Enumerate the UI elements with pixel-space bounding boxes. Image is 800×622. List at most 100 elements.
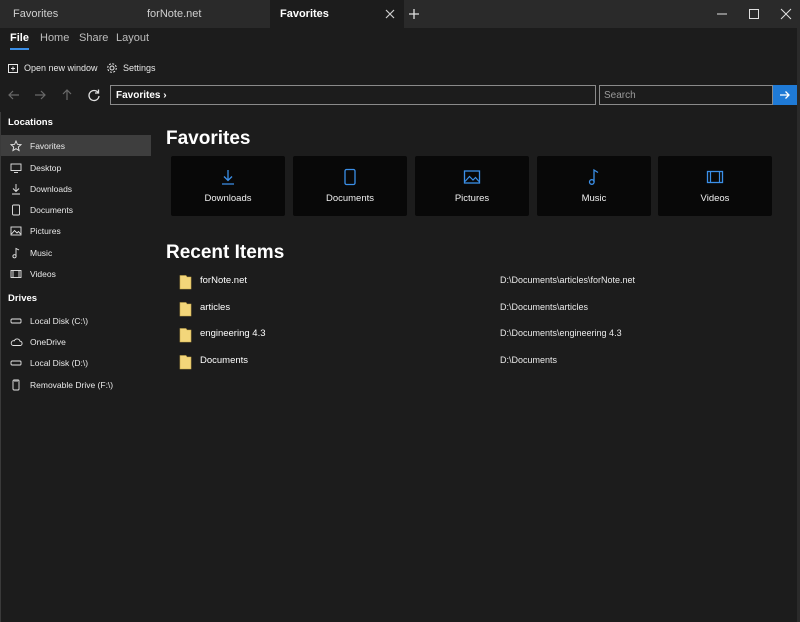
forward-button[interactable]	[31, 86, 49, 104]
recent-item-path: D:\Documents\engineering 4.3	[500, 328, 622, 338]
document-icon	[2, 204, 30, 216]
ribbon-tab-home[interactable]: Home	[40, 32, 69, 44]
recent-items-heading: Recent Items	[166, 242, 285, 263]
sidebar-item-label: Desktop	[30, 162, 62, 173]
sidebar-item-local-disk-c[interactable]: Local Disk (C:\)	[1, 310, 151, 331]
star-icon	[2, 139, 30, 152]
favorite-tile-documents[interactable]: Documents	[293, 156, 407, 216]
recent-item-name: Documents	[200, 355, 249, 366]
favorite-tile-pictures[interactable]: Pictures	[415, 156, 529, 216]
sidebar-item-local-disk-d[interactable]: Local Disk (D:\)	[1, 352, 151, 373]
arrow-right-icon	[780, 91, 790, 99]
tab-favorites-1[interactable]: Favorites	[0, 0, 135, 28]
sidebar-item-music[interactable]: Music	[1, 242, 151, 263]
close-tab-icon[interactable]	[384, 8, 396, 20]
refresh-button[interactable]	[85, 86, 103, 104]
gear-icon	[107, 63, 117, 73]
recent-item-name: forNote.net	[200, 275, 247, 286]
search-input[interactable]	[599, 85, 773, 105]
back-button[interactable]	[5, 86, 23, 104]
sidebar-item-label: Videos	[30, 268, 56, 279]
settings-button[interactable]: Settings	[106, 60, 156, 76]
video-icon	[2, 268, 30, 280]
sidebar-item-label: Local Disk (D:\)	[30, 357, 89, 368]
drive-icon	[2, 357, 30, 369]
recent-item[interactable]: articles D:\Documents\articles	[175, 296, 775, 322]
usb-drive-icon	[2, 379, 30, 391]
document-icon	[293, 168, 407, 186]
desktop-icon	[2, 162, 30, 174]
folder-icon	[179, 354, 192, 370]
video-icon	[658, 168, 772, 186]
music-icon	[2, 247, 30, 259]
sidebar-item-label: OneDrive	[30, 336, 66, 347]
picture-icon	[415, 168, 529, 186]
breadcrumb: Favorites ›	[116, 89, 167, 101]
sidebar-item-label: Favorites	[30, 140, 65, 151]
cloud-icon	[2, 336, 30, 348]
picture-icon	[2, 225, 30, 237]
sidebar-item-desktop[interactable]: Desktop	[1, 157, 151, 178]
folder-icon	[179, 301, 192, 317]
arrow-left-icon	[8, 90, 19, 100]
sidebar-item-label: Local Disk (C:\)	[30, 315, 89, 326]
sidebar-item-label: Pictures	[30, 225, 61, 236]
open-new-window-label: Open new window	[24, 63, 98, 73]
favorite-tile-label: Documents	[325, 193, 375, 204]
sidebar-item-documents[interactable]: Documents	[1, 199, 151, 220]
sidebar-item-removable-drive-f[interactable]: Removable Drive (F:\)	[1, 374, 151, 395]
sidebar-item-label: Music	[30, 247, 53, 258]
up-button[interactable]	[58, 86, 76, 104]
tab-fornote[interactable]: forNote.net	[135, 0, 270, 28]
tab-label: Favorites	[280, 8, 329, 20]
favorite-tile-label: Videos	[700, 193, 730, 204]
recent-item-name: engineering 4.3	[200, 328, 266, 339]
sidebar-item-favorites[interactable]: Favorites	[1, 135, 151, 156]
favorite-tile-downloads[interactable]: Downloads	[171, 156, 285, 216]
sidebar: Locations Favorites Desktop Downloads Do…	[0, 112, 151, 622]
favorites-heading: Favorites	[166, 128, 251, 149]
favorite-tile-label: Downloads	[204, 193, 252, 204]
recent-item[interactable]: forNote.net D:\Documents\articles\forNot…	[175, 269, 775, 295]
sidebar-item-onedrive[interactable]: OneDrive	[1, 331, 151, 352]
download-icon	[2, 183, 30, 195]
sidebar-item-videos[interactable]: Videos	[1, 263, 151, 284]
arrow-right-icon	[35, 90, 46, 100]
drives-heading: Drives	[8, 293, 38, 304]
recent-item-path: D:\Documents	[500, 355, 558, 365]
recent-item[interactable]: engineering 4.3 D:\Documents\engineering…	[175, 322, 775, 348]
recent-item-path: D:\Documents\articles\forNote.net	[500, 275, 636, 285]
new-tab-icon[interactable]	[405, 5, 423, 23]
tab-label: forNote.net	[147, 8, 202, 20]
ribbon-tab-file[interactable]: File	[10, 32, 29, 50]
download-icon	[171, 168, 285, 186]
favorite-tile-videos[interactable]: Videos	[658, 156, 772, 216]
title-bar: Favorites forNote.net Favorites	[0, 0, 800, 28]
sidebar-item-pictures[interactable]: Pictures	[1, 220, 151, 241]
tab-label: Favorites	[13, 8, 59, 20]
favorite-tile-music[interactable]: Music	[537, 156, 651, 216]
drive-icon	[2, 315, 30, 327]
ribbon-tab-share[interactable]: Share	[79, 32, 108, 44]
search-go-button[interactable]	[773, 85, 797, 105]
locations-heading: Locations	[8, 117, 53, 128]
close-window-icon[interactable]	[767, 0, 800, 28]
settings-label: Settings	[123, 63, 156, 73]
music-icon	[537, 168, 651, 186]
ribbon-tabs: File Home Share Layout	[0, 28, 800, 52]
favorite-tile-label: Music	[581, 193, 607, 204]
tab-favorites-active[interactable]: Favorites	[270, 0, 404, 28]
sidebar-item-downloads[interactable]: Downloads	[1, 178, 151, 199]
sidebar-item-label: Removable Drive (F:\)	[30, 379, 114, 390]
recent-item[interactable]: Documents D:\Documents	[175, 349, 775, 375]
arrow-up-icon	[62, 89, 72, 100]
ribbon-tab-layout[interactable]: Layout	[116, 32, 149, 44]
recent-item-path: D:\Documents\articles	[500, 302, 589, 312]
refresh-icon	[88, 89, 100, 102]
new-window-icon	[8, 63, 18, 73]
folder-icon	[179, 327, 192, 343]
recent-item-name: articles	[200, 302, 231, 313]
sidebar-item-label: Documents	[30, 204, 73, 215]
open-new-window-button[interactable]: Open new window	[8, 60, 98, 76]
address-bar[interactable]: Favorites ›	[110, 85, 596, 105]
